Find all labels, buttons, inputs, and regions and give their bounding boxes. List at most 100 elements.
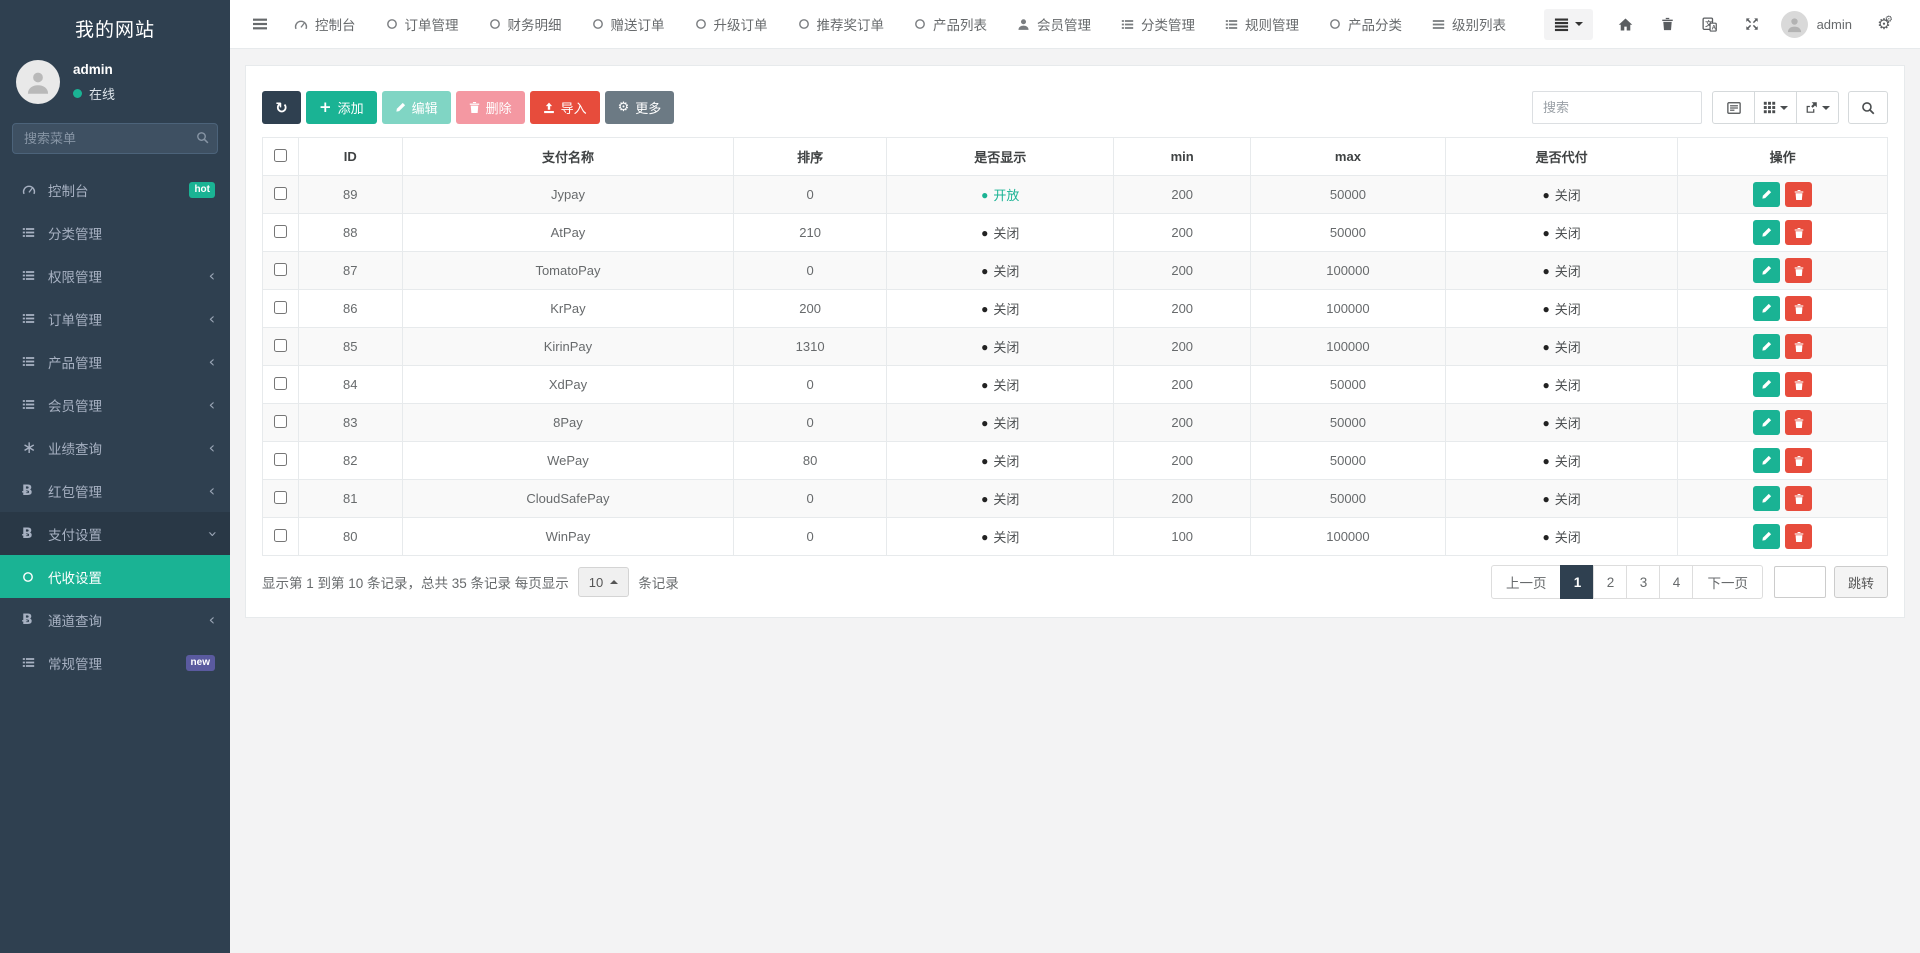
row-checkbox[interactable] — [274, 225, 287, 238]
edit-button[interactable]: 编辑 — [382, 91, 451, 124]
next-page-button[interactable]: 下一页 — [1692, 565, 1763, 599]
edit-row-button[interactable] — [1753, 258, 1780, 283]
add-button[interactable]: +添加 — [306, 91, 377, 124]
edit-row-button[interactable] — [1753, 410, 1780, 435]
edit-row-button[interactable] — [1753, 220, 1780, 245]
delete-row-button[interactable] — [1785, 258, 1812, 283]
menu-search-input[interactable] — [12, 123, 218, 154]
cell-min: 200 — [1114, 290, 1250, 328]
user-profile: admin 在线 — [0, 58, 230, 114]
menu-list-dropdown[interactable] — [1544, 9, 1593, 40]
edit-row-button[interactable] — [1753, 334, 1780, 359]
delete-row-button[interactable] — [1785, 372, 1812, 397]
sidebar-item-performance[interactable]: ∗业绩查询‹ — [0, 426, 230, 469]
page-button-1[interactable]: 1 — [1560, 565, 1594, 599]
delete-button[interactable]: 删除 — [456, 91, 525, 124]
delete-row-button[interactable] — [1785, 410, 1812, 435]
view-button-group — [1713, 91, 1839, 124]
edit-row-button[interactable] — [1753, 182, 1780, 207]
column-header[interactable]: 支付名称 — [402, 138, 734, 176]
export-button[interactable] — [1796, 91, 1839, 124]
column-header[interactable]: max — [1250, 138, 1445, 176]
delete-row-button[interactable] — [1785, 486, 1812, 511]
settings-gears-icon[interactable]: ⚙⚙ — [1864, 15, 1906, 33]
navbar-user-name[interactable]: admin — [1817, 17, 1852, 32]
more-button[interactable]: ⚙更多 — [605, 91, 675, 124]
page-button-3[interactable]: 3 — [1626, 565, 1660, 599]
column-header[interactable]: 是否显示 — [886, 138, 1114, 176]
column-header[interactable]: 是否代付 — [1445, 138, 1677, 176]
sidebar-item-redpacket[interactable]: Ƀ红包管理‹ — [0, 469, 230, 512]
row-checkbox[interactable] — [274, 263, 287, 276]
sidebar-item-payment-settings[interactable]: Ƀ支付设置‹ — [0, 512, 230, 555]
row-checkbox[interactable] — [274, 453, 287, 466]
avatar[interactable] — [1781, 11, 1808, 38]
translate-icon[interactable]: 文A — [1689, 17, 1731, 32]
tab-category-manage[interactable]: 分类管理 — [1106, 0, 1210, 49]
tab-finance-detail[interactable]: 财务明细 — [474, 0, 577, 49]
tab-order-manage[interactable]: 订单管理 — [371, 0, 474, 49]
delete-row-button[interactable] — [1785, 448, 1812, 473]
sidebar-item-product[interactable]: 产品管理‹ — [0, 340, 230, 383]
row-checkbox[interactable] — [274, 377, 287, 390]
edit-row-button[interactable] — [1753, 296, 1780, 321]
sidebar-item-permission[interactable]: 权限管理‹ — [0, 254, 230, 297]
row-checkbox[interactable] — [274, 339, 287, 352]
hamburger-icon[interactable] — [230, 16, 279, 32]
column-header[interactable]: ID — [298, 138, 402, 176]
page-size-dropdown[interactable]: 10 — [578, 567, 629, 597]
row-checkbox[interactable] — [274, 529, 287, 542]
fullscreen-expand-icon[interactable] — [1731, 17, 1773, 31]
sidebar-item-dashboard[interactable]: 控制台hot — [0, 168, 230, 211]
tab-dashboard[interactable]: 控制台 — [279, 0, 371, 49]
refresh-button[interactable]: ↻ — [262, 91, 301, 124]
cell-payment-name: KrPay — [402, 290, 734, 328]
jump-button[interactable]: 跳转 — [1834, 566, 1888, 598]
edit-row-button[interactable] — [1753, 524, 1780, 549]
prev-page-button[interactable]: 上一页 — [1491, 565, 1562, 599]
delete-row-button[interactable] — [1785, 296, 1812, 321]
avatar[interactable] — [16, 60, 60, 104]
delete-row-button[interactable] — [1785, 524, 1812, 549]
trash-icon — [469, 101, 480, 114]
edit-row-button[interactable] — [1753, 448, 1780, 473]
tab-level-list[interactable]: 级别列表 — [1417, 0, 1521, 49]
delete-row-button[interactable] — [1785, 334, 1812, 359]
tab-upgrade-order[interactable]: 升级订单 — [680, 0, 783, 49]
column-header[interactable]: 操作 — [1678, 138, 1888, 176]
tab-rule-manage[interactable]: 规则管理 — [1210, 0, 1314, 49]
page-button-2[interactable]: 2 — [1593, 565, 1627, 599]
toggle-view-button[interactable] — [1712, 91, 1755, 124]
cell-max: 100000 — [1250, 328, 1445, 366]
jump-page-input[interactable] — [1774, 566, 1826, 598]
sidebar-item-channel-query[interactable]: Ƀ通道查询‹ — [0, 598, 230, 641]
delete-row-button[interactable] — [1785, 220, 1812, 245]
row-checkbox[interactable] — [274, 491, 287, 504]
search-button[interactable] — [1848, 91, 1888, 124]
sidebar-item-member[interactable]: 会员管理‹ — [0, 383, 230, 426]
trash-icon[interactable] — [1647, 17, 1689, 31]
delete-row-button[interactable] — [1785, 182, 1812, 207]
import-button[interactable]: 导入 — [530, 91, 600, 124]
edit-row-button[interactable] — [1753, 486, 1780, 511]
tab-product-list[interactable]: 产品列表 — [899, 0, 1002, 49]
table-search-input[interactable] — [1532, 91, 1702, 124]
edit-row-button[interactable] — [1753, 372, 1780, 397]
home-icon[interactable] — [1605, 17, 1647, 32]
sidebar-item-general[interactable]: 常规管理new — [0, 641, 230, 684]
row-checkbox[interactable] — [274, 187, 287, 200]
row-checkbox[interactable] — [274, 301, 287, 314]
sidebar-item-collection-settings[interactable]: 代收设置 — [0, 555, 230, 598]
select-all-checkbox[interactable] — [274, 149, 287, 162]
tab-gift-order[interactable]: 赠送订单 — [577, 0, 680, 49]
column-header[interactable]: 排序 — [734, 138, 887, 176]
sidebar-item-order[interactable]: 订单管理‹ — [0, 297, 230, 340]
tab-member-manage[interactable]: 会员管理 — [1002, 0, 1106, 49]
page-button-4[interactable]: 4 — [1659, 565, 1693, 599]
tab-product-category[interactable]: 产品分类 — [1314, 0, 1417, 49]
columns-button[interactable] — [1754, 91, 1797, 124]
tab-referral-order[interactable]: 推荐奖订单 — [783, 0, 900, 49]
sidebar-item-category[interactable]: 分类管理 — [0, 211, 230, 254]
row-checkbox[interactable] — [274, 415, 287, 428]
column-header[interactable]: min — [1114, 138, 1250, 176]
